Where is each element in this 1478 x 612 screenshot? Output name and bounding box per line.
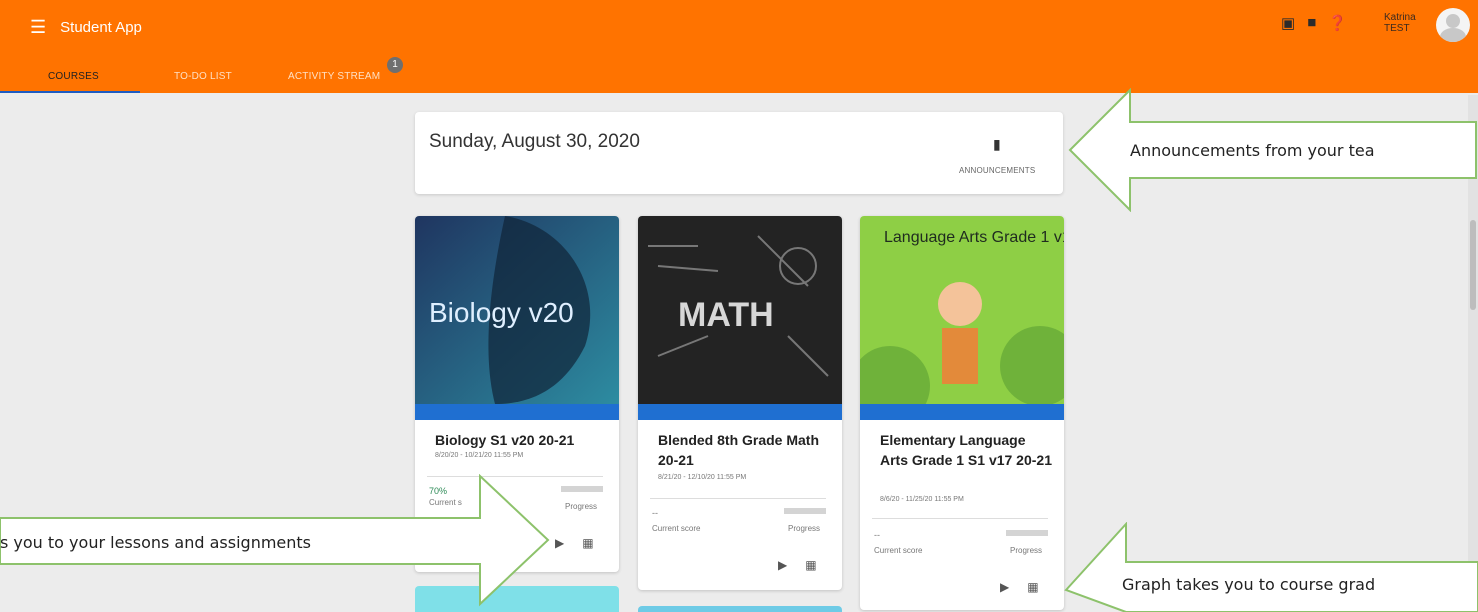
announcement-card: Sunday, August 30, 2020 ▮ ANNOUNCEMENTS xyxy=(415,112,1063,194)
course-image: Biology v20 xyxy=(415,216,619,404)
course-dates: 8/6/20 - 11/25/20 11:55 PM xyxy=(880,496,964,503)
avatar[interactable] xyxy=(1436,8,1470,42)
progress-label: Progress xyxy=(565,502,598,511)
tab-courses[interactable]: COURSES xyxy=(48,60,99,93)
current-score-label: Current score xyxy=(874,546,923,555)
course-card-language-arts[interactable]: Language Arts Grade 1 v17 Elementary Lan… xyxy=(860,216,1064,610)
active-tab-indicator xyxy=(0,91,140,93)
scrollbar-thumb[interactable] xyxy=(1470,220,1476,310)
callout-lessons: s you to your lessons and assignments xyxy=(0,532,312,552)
course-dates: 8/20/20 - 10/21/20 11:55 PM xyxy=(435,452,524,459)
menu-icon[interactable]: ☰ xyxy=(30,17,46,38)
app-title: Student App xyxy=(60,19,142,36)
announcements-link[interactable]: ANNOUNCEMENTS xyxy=(959,166,1035,175)
progress-bar xyxy=(1006,530,1048,536)
help-icon[interactable]: ❓ xyxy=(1328,14,1347,32)
grade-graph-icon[interactable]: ▦ xyxy=(805,558,816,572)
progress-label: Progress xyxy=(788,524,821,533)
gallery-icon[interactable]: ▣ xyxy=(1281,14,1295,32)
grade-graph-icon[interactable]: ▦ xyxy=(1027,580,1038,594)
progress-bar xyxy=(561,486,603,492)
course-card-partial xyxy=(638,606,842,612)
course-image-title: Biology v20 xyxy=(429,297,574,328)
course-color-stripe xyxy=(415,404,619,420)
course-image-title: MATH xyxy=(678,296,774,334)
header-actions: ▣ ■ ❓ xyxy=(1281,14,1347,32)
current-date: Sunday, August 30, 2020 xyxy=(429,131,640,152)
grade-graph-icon[interactable]: ▦ xyxy=(582,536,593,550)
course-dates: 8/21/20 - 12/10/20 11:55 PM xyxy=(658,474,747,481)
callout-graph: Graph takes you to course grad xyxy=(1122,574,1376,594)
user-name[interactable]: Katrina TEST xyxy=(1384,12,1424,34)
play-icon[interactable]: ▶ xyxy=(1000,580,1009,594)
course-card-math[interactable]: MATH Blended 8th Grade Math 20-21 8/21/2… xyxy=(638,216,842,590)
current-score: -- xyxy=(874,530,880,540)
course-image: Language Arts Grade 1 v17 xyxy=(860,216,1064,404)
course-image-title: Language Arts Grade 1 v17 xyxy=(884,229,1064,246)
course-title[interactable]: Elementary Language Arts Grade 1 S1 v17 … xyxy=(880,430,1054,470)
app-brand: ☰ Student App xyxy=(30,17,142,38)
progress-bar xyxy=(784,508,826,514)
current-score: -- xyxy=(652,508,658,518)
tab-activity-stream[interactable]: ACTIVITY STREAM xyxy=(288,60,380,93)
play-icon[interactable]: ▶ xyxy=(555,536,564,550)
callout-announcements: Announcements from your tea xyxy=(1130,140,1375,160)
course-color-stripe xyxy=(638,404,842,420)
course-title[interactable]: Biology S1 v20 20-21 xyxy=(435,430,609,450)
course-title[interactable]: Blended 8th Grade Math 20-21 xyxy=(658,430,832,470)
announcement-icon[interactable]: ▮ xyxy=(993,136,1001,153)
tab-todo-list[interactable]: TO-DO LIST xyxy=(174,60,232,93)
course-image: MATH xyxy=(638,216,842,404)
activity-badge: 1 xyxy=(387,57,403,73)
play-icon[interactable]: ▶ xyxy=(778,558,787,572)
course-color-stripe xyxy=(860,404,1064,420)
current-score-label: Current score xyxy=(652,524,701,533)
announcement-icon[interactable]: ■ xyxy=(1307,14,1316,32)
progress-label: Progress xyxy=(1010,546,1043,555)
